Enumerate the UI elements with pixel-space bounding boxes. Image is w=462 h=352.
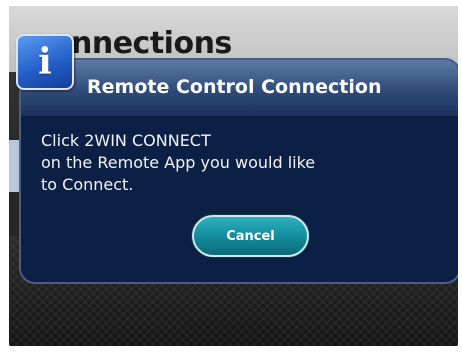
dialog-message-line: Click 2WIN CONNECT <box>41 131 211 150</box>
remote-control-dialog: Remote Control Connection Click 2WIN CON… <box>19 58 458 284</box>
dialog-message-line: to Connect. <box>41 175 134 194</box>
device-frame: nnections Remote Control Connection Clic… <box>0 0 462 352</box>
info-icon: i <box>16 34 74 90</box>
dialog-message-line: on the Remote App you would like <box>41 153 316 172</box>
background-screen-title: nnections <box>71 26 232 61</box>
info-icon-glyph: i <box>38 41 52 83</box>
dialog-title: Remote Control Connection <box>87 76 382 98</box>
device-screen: nnections Remote Control Connection Clic… <box>9 6 458 346</box>
cancel-button[interactable]: Cancel <box>192 215 309 257</box>
dialog-message: Click 2WIN CONNECT on the Remote App you… <box>41 130 421 196</box>
